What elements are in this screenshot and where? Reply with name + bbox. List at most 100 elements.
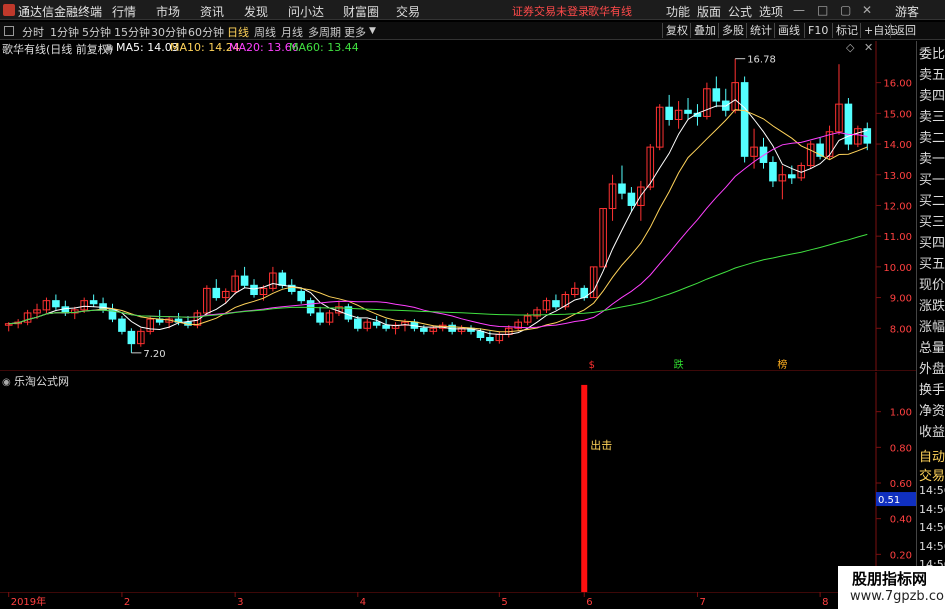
period-30min[interactable]: 30分钟 (151, 24, 187, 40)
candle-body (89, 300, 98, 305)
menu-formula[interactable]: 公式 (728, 3, 752, 20)
side-panel-item[interactable]: 委比 (919, 43, 945, 62)
candle-body (618, 183, 626, 194)
y-tick-label: 13.00 (883, 171, 912, 182)
ma20-line (8, 131, 868, 329)
signal-label: 出击 (590, 438, 612, 452)
menu-wealth[interactable]: 财富圈 (343, 3, 379, 20)
sub-indicator-chart[interactable]: 乐淘公式网◉ 1.00 0.80 0.60 0.40 0.20 0.51 出击 (0, 372, 916, 592)
sub-y-tick-label: 0.80 (890, 443, 912, 454)
side-panel-item[interactable]: 卖三 (919, 106, 945, 125)
menu-options[interactable]: 选项 (759, 3, 783, 20)
candle-body (552, 300, 560, 308)
period-weekly[interactable]: 周线 (254, 24, 276, 40)
side-panel-item[interactable]: 买二 (919, 190, 945, 209)
side-panel-item[interactable]: 14:56 (919, 540, 945, 553)
guest-label[interactable]: 游客 (895, 3, 919, 20)
menubar: 通达信金融终端 行情 市场 资讯 发现 问小达 财富圈 交易 证券交易未登录 歌… (0, 0, 945, 20)
watermark: 股朋指标网 www.7gpzb.com (838, 566, 945, 609)
side-panel-item[interactable]: 总量 (919, 337, 945, 356)
side-panel-item[interactable]: 卖四 (919, 85, 945, 104)
period-1min[interactable]: 1分钟 (50, 24, 79, 40)
side-panel-item[interactable]: 涨跌 (919, 295, 945, 314)
ma10-line (8, 109, 868, 333)
restore-icon[interactable]: □ (817, 3, 828, 17)
side-panel-item[interactable]: 14:56 (919, 521, 945, 534)
menu-ask[interactable]: 问小达 (288, 3, 324, 20)
side-panel-item[interactable]: 净资 (919, 400, 945, 419)
close-icon[interactable]: ✕ (862, 3, 872, 17)
y-tick-label: 11.00 (883, 232, 912, 243)
x-tick-label: 4 (360, 597, 366, 608)
side-panel-item[interactable]: 自动 (919, 446, 945, 465)
period-daily[interactable]: 日线 (227, 24, 249, 40)
menu-trade[interactable]: 交易 (396, 3, 420, 20)
draw-button[interactable]: 画线 (774, 23, 803, 38)
side-panel-item[interactable]: 收益 (919, 421, 945, 440)
side-panel-item[interactable]: 14:56 (919, 503, 945, 516)
side-panel-item[interactable]: 卖五 (919, 64, 945, 83)
side-panel-item[interactable]: 14:56 (919, 484, 945, 497)
main-kline-chart[interactable]: 16.00 15.00 14.00 13.00 12.00 11.00 10.00 9.00 8… (0, 41, 916, 371)
side-panel-item[interactable]: 卖一 (919, 148, 945, 167)
stats-button[interactable]: 统计 (746, 23, 775, 38)
side-panel-item[interactable]: 交易 (919, 465, 945, 484)
watermark-url: www.7gpzb.com (850, 589, 945, 604)
ma5-line (8, 99, 868, 335)
sub-y-tick-label: 0.60 (890, 479, 912, 490)
period-5min[interactable]: 5分钟 (82, 24, 111, 40)
candle-body (476, 330, 485, 339)
menu-layout[interactable]: 版面 (697, 3, 721, 20)
side-panel-item[interactable]: 买一 (919, 169, 945, 188)
period-toolbar: 分时 1分钟 5分钟 15分钟 30分钟 60分钟 日线 周线 月线 多周期 更… (0, 22, 945, 40)
mark-button[interactable]: 标记 (832, 23, 861, 38)
watermark-title: 股朋指标网 (852, 570, 928, 588)
period-timeshare[interactable]: 分时 (22, 24, 44, 40)
side-panel-item[interactable]: 买四 (919, 232, 945, 251)
candle-body (740, 82, 749, 157)
maximize-icon[interactable]: ▢ (840, 3, 851, 17)
side-panel-item[interactable]: 换手 (919, 379, 945, 398)
side-panel-item[interactable]: 现价 (919, 274, 945, 293)
layout-toggle-icon[interactable] (4, 26, 14, 36)
x-tick-label: 7 (699, 597, 705, 608)
menu-board[interactable]: 市场 (156, 3, 180, 20)
side-panel-item[interactable]: 买三 (919, 211, 945, 230)
more-chevron-icon[interactable]: ▼ (369, 26, 376, 36)
side-panel-item[interactable]: 卖二 (919, 127, 945, 146)
y-tick-label: 12.00 (883, 201, 912, 212)
menu-market[interactable]: 行情 (112, 3, 136, 20)
period-monthly[interactable]: 月线 (281, 24, 303, 40)
stock-name-top: 歌华有线 (588, 5, 632, 18)
period-60min[interactable]: 60分钟 (188, 24, 224, 40)
side-panel-item[interactable]: 涨幅 (919, 316, 945, 335)
login-warning[interactable]: 证券交易未登录 (512, 3, 589, 19)
adjust-button[interactable]: 复权 (662, 23, 691, 38)
multi-stock-button[interactable]: 多股 (718, 23, 747, 38)
candle-body (306, 300, 315, 314)
app-logo-icon (3, 4, 15, 16)
period-more[interactable]: 更多 (344, 24, 366, 40)
candle-body (665, 106, 673, 120)
candle-body (127, 330, 136, 345)
candle-body (278, 272, 287, 286)
period-multi[interactable]: 多周期 (308, 24, 341, 40)
candle-body (486, 337, 494, 342)
f10-button[interactable]: F10 (804, 23, 831, 38)
side-panel-item[interactable]: 外盘 (919, 358, 945, 377)
low-price-label: 7.20 (143, 349, 165, 360)
candle-body (118, 318, 126, 332)
menu-function[interactable]: 功能 (666, 3, 690, 20)
minimize-icon[interactable]: — (793, 3, 805, 17)
menu-discover[interactable]: 发现 (244, 3, 268, 20)
candle-body (844, 103, 853, 145)
back-button[interactable]: 返回 (890, 23, 919, 38)
sub-y-tick-label: 1.00 (890, 408, 912, 419)
overlay-button[interactable]: 叠加 (690, 23, 719, 38)
candle-body (382, 324, 390, 329)
period-15min[interactable]: 15分钟 (114, 24, 150, 40)
sub-y-tick-label: 0.40 (890, 515, 912, 526)
side-panel-item[interactable]: 买五 (919, 253, 945, 272)
candle-body (627, 192, 636, 206)
menu-news[interactable]: 资讯 (200, 3, 224, 20)
